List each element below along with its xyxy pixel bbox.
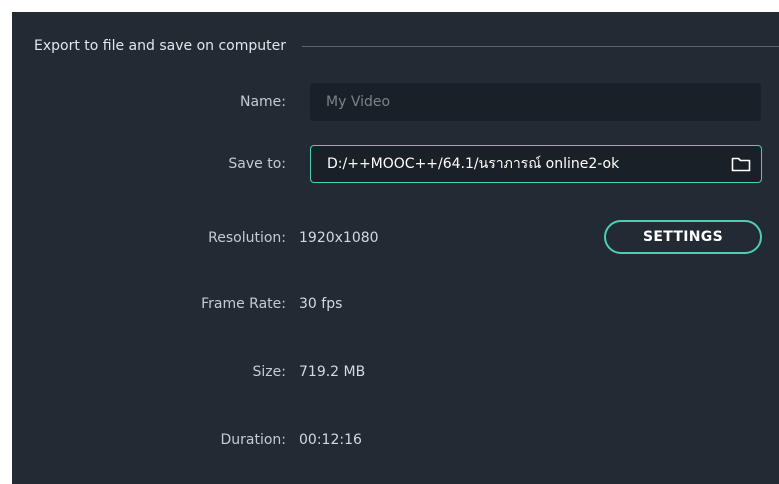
save-to-row: Save to: D:/++MOOC++/64.1/นราภารณ์ onlin…	[12, 144, 779, 184]
resolution-value: 1920x1080	[299, 230, 379, 246]
size-row: Size: 719.2 MB	[12, 352, 779, 392]
frame-rate-row: Frame Rate: 30 fps	[12, 284, 779, 324]
section-divider	[301, 45, 779, 47]
frame-rate-label: Frame Rate:	[201, 296, 286, 312]
settings-button[interactable]: SETTINGS	[604, 220, 762, 254]
duration-label: Duration:	[220, 432, 286, 448]
name-label: Name:	[239, 94, 286, 110]
section-title: Export to file and save on computer	[34, 38, 286, 54]
save-path-value: D:/++MOOC++/64.1/นราภารณ์ online2-ok	[327, 156, 620, 172]
export-panel: Export to file and save on computer Name…	[12, 12, 779, 484]
size-label: Size:	[252, 364, 286, 380]
resolution-label: Resolution:	[208, 230, 286, 246]
save-to-label: Save to:	[228, 156, 286, 172]
name-row: Name:	[12, 82, 779, 122]
duration-row: Duration: 00:12:16	[12, 420, 779, 460]
size-value: 719.2 MB	[299, 364, 366, 380]
resolution-row: Resolution: 1920x1080 SETTINGS	[12, 218, 779, 258]
folder-icon[interactable]	[731, 156, 751, 172]
frame-rate-value: 30 fps	[299, 296, 343, 312]
name-input[interactable]	[310, 83, 761, 121]
section-header: Export to file and save on computer	[34, 36, 779, 56]
duration-value: 00:12:16	[299, 432, 362, 448]
save-path-field[interactable]: D:/++MOOC++/64.1/นราภารณ์ online2-ok	[310, 145, 762, 183]
